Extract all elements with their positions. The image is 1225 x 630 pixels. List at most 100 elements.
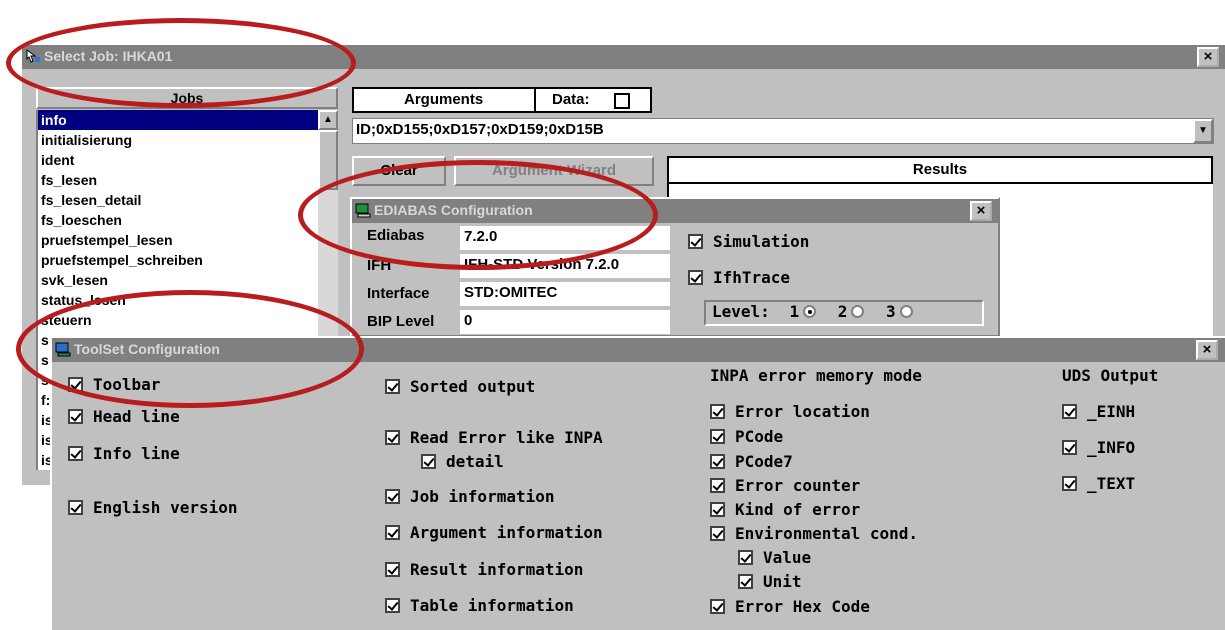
error-counter-checkbox[interactable]: Error counter: [710, 476, 860, 495]
chevron-down-icon[interactable]: ▼: [1193, 119, 1213, 143]
argument-wizard-button[interactable]: Argument Wizard: [454, 156, 654, 186]
uds-output-heading: UDS Output: [1062, 366, 1159, 385]
bip-level-label: BIP Level: [367, 313, 435, 330]
radio-selected-icon: [803, 305, 817, 318]
job-list-item[interactable]: ident: [38, 150, 318, 170]
checkbox-checked-icon: [688, 270, 703, 285]
head-line-checkbox[interactable]: Head line: [68, 407, 180, 426]
environmental-cond-checkbox[interactable]: Environmental cond.: [710, 524, 918, 543]
arguments-value: ID;0xD155;0xD157;0xD159;0xD15B: [356, 121, 604, 138]
checkbox-checked-icon: [1062, 440, 1077, 455]
job-list-item[interactable]: initialisierung: [38, 130, 318, 150]
level-label: Level:: [712, 302, 770, 321]
job-information-checkbox[interactable]: Job information: [385, 487, 555, 506]
job-list-item[interactable]: fs_lesen: [38, 170, 318, 190]
error-location-checkbox[interactable]: Error location: [710, 402, 870, 421]
result-information-checkbox[interactable]: Result information: [385, 560, 583, 579]
radio-icon: [899, 305, 913, 318]
checkbox-checked-icon: [421, 454, 436, 469]
ediabas-version-field: 7.2.0: [460, 226, 670, 250]
checkbox-checked-icon: [688, 234, 703, 249]
level-option-2[interactable]: 2: [838, 302, 865, 321]
ifh-field: IFH-STD Version 7.2.0: [460, 254, 670, 278]
sorted-output-checkbox[interactable]: Sorted output: [385, 377, 535, 396]
checkbox-checked-icon: [68, 500, 83, 515]
checkbox-checked-icon: [738, 574, 753, 589]
checkbox-checked-icon: [68, 377, 83, 392]
ediabas-label: Ediabas: [367, 227, 425, 244]
toolbar-checkbox[interactable]: Toolbar: [68, 375, 160, 394]
read-error-like-inpa-checkbox[interactable]: Read Error like INPA: [385, 428, 603, 447]
interface-field: STD:OMITEC: [460, 282, 670, 306]
info-checkbox[interactable]: _INFO: [1062, 438, 1135, 457]
checkbox-checked-icon: [68, 409, 83, 424]
level-option-3[interactable]: 3: [886, 302, 913, 321]
interface-label: Interface: [367, 285, 430, 302]
bip-level-field: 0: [460, 310, 670, 334]
job-list-item[interactable]: fs_lesen_detail: [38, 190, 318, 210]
scroll-up-arrow-icon[interactable]: ▲: [318, 110, 338, 130]
unit-checkbox[interactable]: Unit: [738, 572, 802, 591]
arguments-header: Arguments Data:: [352, 87, 652, 113]
pcode7-checkbox[interactable]: PCode7: [710, 452, 793, 471]
simulation-checkbox[interactable]: Simulation: [688, 232, 809, 251]
kind-of-error-checkbox[interactable]: Kind of error: [710, 500, 860, 519]
detail-checkbox[interactable]: detail: [421, 452, 504, 471]
job-list-item[interactable]: info: [38, 110, 318, 130]
info-line-checkbox[interactable]: Info line: [68, 444, 180, 463]
toolset-close-button[interactable]: ×: [1196, 340, 1218, 360]
checkbox-checked-icon: [710, 454, 725, 469]
checkbox-checked-icon: [385, 430, 400, 445]
job-list-item[interactable]: fs_loeschen: [38, 210, 318, 230]
ediabas-title: EDIABAS Configuration: [374, 202, 533, 218]
checkbox-checked-icon: [385, 489, 400, 504]
scroll-thumb[interactable]: [318, 130, 338, 190]
select-job-close-button[interactable]: ×: [1197, 47, 1219, 67]
clear-button[interactable]: Clear: [352, 156, 446, 186]
checkbox-checked-icon: [1062, 404, 1077, 419]
arguments-combo[interactable]: ID;0xD155;0xD157;0xD159;0xD15B ▼: [352, 118, 1214, 144]
ediabas-close-button[interactable]: ×: [970, 201, 992, 221]
job-list-item[interactable]: svk_lesen: [38, 270, 318, 290]
checkbox-checked-icon: [710, 478, 725, 493]
checkbox-checked-icon: [710, 599, 725, 614]
checkbox-checked-icon: [385, 598, 400, 613]
ifh-label: IFH: [367, 257, 392, 274]
checkbox-checked-icon: [710, 526, 725, 541]
arguments-divider: [534, 89, 536, 111]
job-list-item[interactable]: pruefstempel_schreiben: [38, 250, 318, 270]
inpa-error-memory-mode-heading: INPA error memory mode: [710, 366, 922, 385]
checkbox-checked-icon: [710, 502, 725, 517]
data-checkbox[interactable]: [614, 93, 630, 109]
value-checkbox[interactable]: Value: [738, 548, 811, 567]
ediabas-titlebar[interactable]: EDIABAS Configuration: [352, 199, 998, 223]
select-job-title: Select Job: IHKA01: [44, 48, 173, 64]
english-version-checkbox[interactable]: English version: [68, 498, 238, 517]
arguments-label: Arguments: [404, 91, 484, 108]
app-icon: [26, 49, 40, 63]
toolset-titlebar[interactable]: ToolSet Configuration: [52, 338, 1225, 362]
text-checkbox[interactable]: _TEXT: [1062, 474, 1135, 493]
toolset-window: [50, 336, 1225, 630]
level-option-1[interactable]: 1: [789, 302, 817, 321]
job-list-item[interactable]: pruefstempel_lesen: [38, 230, 318, 250]
radio-icon: [851, 305, 865, 318]
computer-icon: [55, 342, 71, 357]
computer-icon: [355, 203, 371, 218]
select-job-titlebar[interactable]: Select Job: IHKA01: [22, 45, 1225, 69]
data-label: Data:: [552, 91, 590, 108]
error-hex-code-checkbox[interactable]: Error Hex Code: [710, 597, 870, 616]
checkbox-checked-icon: [738, 550, 753, 565]
einh-checkbox[interactable]: _EINH: [1062, 402, 1135, 421]
argument-information-checkbox[interactable]: Argument information: [385, 523, 603, 542]
checkbox-checked-icon: [710, 404, 725, 419]
pcode-checkbox[interactable]: PCode: [710, 427, 783, 446]
job-list-item[interactable]: steuern: [38, 310, 318, 330]
ifhtrace-checkbox[interactable]: IfhTrace: [688, 268, 790, 287]
job-list-item[interactable]: status_lesen: [38, 290, 318, 310]
checkbox-checked-icon: [385, 562, 400, 577]
checkbox-checked-icon: [68, 446, 83, 461]
table-information-checkbox[interactable]: Table information: [385, 596, 574, 615]
checkbox-checked-icon: [385, 379, 400, 394]
checkbox-checked-icon: [1062, 476, 1077, 491]
